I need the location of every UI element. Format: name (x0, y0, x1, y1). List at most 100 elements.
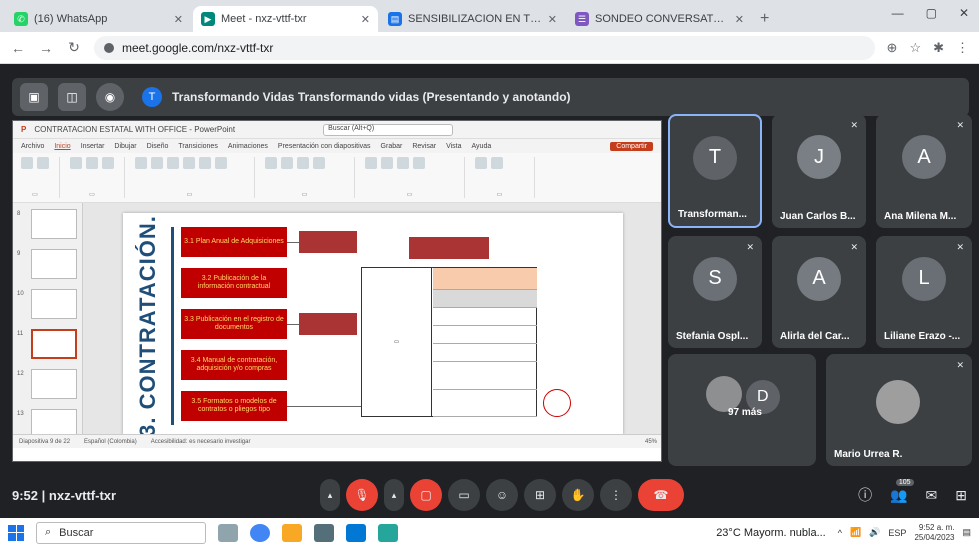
language-status: Español (Colombia) (84, 438, 137, 445)
participant-avatar: A (902, 135, 946, 180)
task-view-icon[interactable] (218, 523, 238, 542)
mic-options-button[interactable]: ▴ (320, 479, 340, 511)
right-controls: ⓘ 👥 105 ✉ ⊞ (858, 478, 967, 505)
mic-off-icon: ✕ (956, 242, 964, 252)
site-info-icon[interactable] (104, 42, 114, 53)
extensions-icon[interactable]: ✱ (933, 40, 944, 56)
network-icon[interactable]: 📶 (850, 527, 861, 538)
close-tab-icon[interactable]: ✕ (361, 13, 370, 26)
participant-name: Transforman... (678, 209, 747, 220)
people-icon[interactable]: 👥 105 (890, 478, 914, 504)
sub-box (299, 313, 357, 335)
new-tab-button[interactable]: + (760, 10, 769, 28)
ribbon-group: ▭ (21, 157, 60, 198)
activities-icon[interactable]: ⊞ (955, 487, 967, 504)
ribbon-tab: Presentación con diapositivas (277, 142, 371, 150)
menu-dots-icon[interactable]: ⋮ (956, 40, 969, 56)
chat-icon[interactable]: ✉ (926, 487, 938, 504)
more-participants-tile[interactable]: D 97 más (668, 354, 816, 466)
tab-title: (16) WhatsApp (34, 13, 108, 25)
app-icon[interactable] (378, 523, 398, 542)
tab-sensibilizacion[interactable]: ▤ SENSIBILIZACION EN TRANSF ✕ (380, 6, 565, 32)
sub-box (409, 237, 489, 259)
annotate-icon[interactable]: ◉ (96, 83, 124, 111)
layout-icon[interactable]: ▣ (20, 83, 48, 111)
participant-tile[interactable]: ✕ Mario Urrea R. (826, 354, 972, 466)
participant-tile[interactable]: ✕ L Liliane Erazo -... (876, 236, 972, 348)
ribbon-tab: Vista (446, 142, 462, 150)
window-controls: — ▢ ✕ (892, 6, 969, 20)
store-icon[interactable] (314, 523, 334, 542)
taskbar-search[interactable]: ⌕ Buscar (36, 521, 206, 544)
slide-thumbnail (31, 249, 77, 279)
captions-button[interactable]: ▭ (448, 479, 480, 511)
section-box: 3.2 Publicación de la información contra… (181, 268, 287, 298)
close-tab-icon[interactable]: ✕ (735, 13, 744, 26)
close-window-icon[interactable]: ✕ (959, 6, 969, 20)
tab-whatsapp[interactable]: ✆ (16) WhatsApp ✕ (6, 6, 191, 32)
thumbnail-number: 13 (17, 411, 24, 417)
zoom-icon[interactable]: ⊕ (887, 40, 898, 56)
reload-icon[interactable]: ↻ (66, 39, 82, 56)
presentation-bar: ▣ ◫ ◉ T Transformando Vidas Transformand… (12, 78, 969, 116)
ribbon-tab: Archivo (21, 142, 45, 150)
forms-icon: ☰ (575, 12, 589, 26)
pin-presentation-icon[interactable]: ◫ (58, 83, 86, 111)
clock-date[interactable]: 9:52 a. m. 25/04/2023 (914, 523, 954, 542)
bookmark-star-icon[interactable]: ☆ (909, 40, 921, 56)
mail-icon[interactable] (346, 523, 366, 542)
participant-name: Juan Carlos B... (780, 211, 856, 222)
chrome-icon[interactable] (250, 523, 270, 542)
participant-tile[interactable]: ✕ A Alirla del Car... (772, 236, 866, 348)
title-divider (171, 227, 174, 425)
camera-toggle-button[interactable]: ▢ (410, 479, 442, 511)
tab-meet[interactable]: ▶ Meet - nxz-vttf-txr ✕ (193, 6, 378, 32)
meeting-clock: 9:52 | nxz-vttf-txr (12, 487, 117, 503)
close-tab-icon[interactable]: ✕ (174, 13, 183, 26)
ribbon-group: ▭ (365, 157, 465, 198)
mic-off-icon: ✕ (746, 242, 754, 252)
participant-name: Stefania Ospl... (676, 331, 749, 342)
tray-chevron-icon[interactable]: ^ (838, 528, 842, 538)
powerpoint-icon: P (21, 125, 27, 134)
mic-off-icon: ✕ (850, 120, 858, 130)
zoom-level: 45% (644, 438, 657, 445)
mic-toggle-button[interactable]: 🎙 (346, 479, 378, 511)
thumbnail-number: 10 (17, 291, 24, 297)
participant-tile[interactable]: ✕ J Juan Carlos B... (772, 114, 866, 228)
volume-icon[interactable]: 🔊 (869, 527, 880, 538)
ribbon-tab: Ayuda (471, 142, 492, 150)
weather-widget[interactable]: 23°C Mayorm. nubla... (716, 527, 826, 539)
slide-thumbnail (31, 289, 77, 319)
tab-sondeo[interactable]: ☰ SONDEO CONVERSATORIO GO ✕ (567, 6, 752, 32)
camera-options-button[interactable]: ▴ (384, 479, 404, 511)
powerpoint-statusbar: Diapositiva 9 de 22 Español (Colombia) A… (13, 434, 661, 448)
notifications-icon[interactable]: ▤ (962, 527, 971, 538)
minimize-icon[interactable]: — (892, 6, 904, 20)
present-button[interactable]: ⊞ (524, 479, 556, 511)
ribbon-group: ▭ (265, 157, 355, 198)
participant-tile[interactable]: ✕ S Stefania Ospl... (668, 236, 762, 348)
file-explorer-icon[interactable] (282, 523, 302, 542)
participant-tile[interactable]: ✕ A Ana Milena M... (876, 114, 972, 228)
url-field[interactable]: meet.google.com/nxz-vttf-txr (94, 35, 875, 60)
presenter-avatar: T (142, 87, 162, 107)
language-indicator[interactable]: ESP (888, 528, 906, 538)
thumbnail-number: 9 (17, 251, 21, 257)
close-tab-icon[interactable]: ✕ (548, 13, 557, 26)
windows-start-icon[interactable] (8, 524, 24, 541)
raise-hand-button[interactable]: ✋ (562, 479, 594, 511)
back-icon[interactable]: ← (10, 40, 26, 56)
ribbon-tab: Transiciones (178, 142, 218, 150)
forward-icon[interactable]: → (38, 40, 54, 56)
participant-tile[interactable]: T Transforman... (668, 114, 762, 228)
emoji-button[interactable]: ☺ (486, 479, 518, 511)
logo-seal (543, 389, 571, 417)
more-options-button[interactable]: ⋮ (600, 479, 632, 511)
maximize-icon[interactable]: ▢ (926, 6, 937, 20)
meeting-code: nxz-vttf-txr (48, 487, 117, 503)
info-icon[interactable]: ⓘ (858, 485, 872, 505)
leave-call-button[interactable]: ☎ (638, 479, 684, 511)
ribbon-group: ▭ (70, 157, 125, 198)
powerpoint-share-button: Compartir (610, 141, 653, 151)
